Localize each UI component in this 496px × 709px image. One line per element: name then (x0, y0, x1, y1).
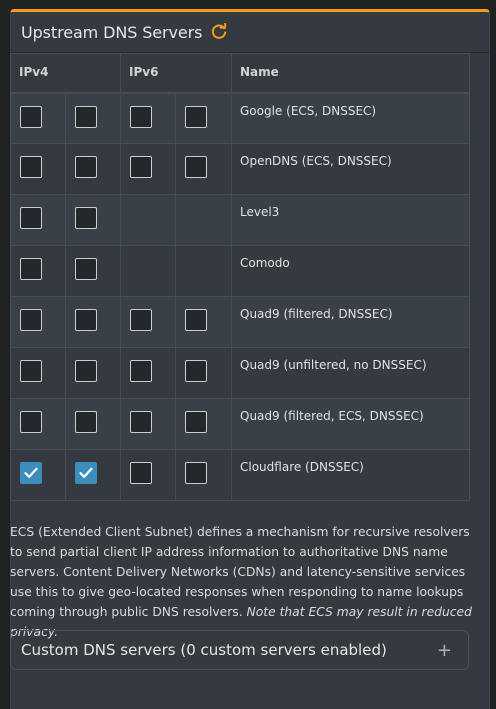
ipv6-checkbox-2[interactable] (185, 411, 207, 433)
table-row: OpenDNS (ECS, DNSSEC) (10, 143, 470, 195)
ipv4-checkbox-1[interactable] (20, 309, 42, 331)
ipv6-cell (175, 398, 232, 450)
server-name: OpenDNS (ECS, DNSSEC) (231, 143, 470, 195)
table-row: Quad9 (filtered, DNSSEC) (10, 296, 470, 348)
ipv4-cell (65, 449, 121, 501)
header-ipv4: IPv4 (10, 53, 121, 94)
ipv6-checkbox-1[interactable] (130, 156, 152, 178)
ipv4-cell (65, 347, 121, 399)
table-row: Cloudflare (DNSSEC) (10, 449, 470, 501)
ipv4-checkbox-1[interactable] (20, 462, 42, 484)
plus-icon[interactable]: + (437, 640, 452, 661)
ipv4-checkbox-1[interactable] (20, 411, 42, 433)
ipv6-checkbox-1[interactable] (130, 360, 152, 382)
ipv6-checkbox-2[interactable] (185, 462, 207, 484)
ipv4-checkbox-2[interactable] (75, 309, 97, 331)
ipv4-cell (10, 143, 66, 195)
header-ipv6: IPv6 (120, 53, 232, 94)
ecs-description: ECS (Extended Client Subnet) defines a m… (10, 522, 472, 642)
ipv6-cell (120, 449, 176, 501)
panel-header: Upstream DNS Servers (11, 12, 489, 53)
table-row: Comodo (10, 245, 470, 297)
ipv6-checkbox-1[interactable] (130, 105, 152, 128)
table-row: Google (ECS, DNSSEC) (10, 92, 470, 144)
ipv6-cell (120, 194, 176, 246)
ipv4-cell (65, 296, 121, 348)
ipv4-checkbox-2[interactable] (75, 207, 97, 229)
ipv6-checkbox-1[interactable] (130, 411, 152, 433)
ipv4-checkbox-1[interactable] (20, 258, 42, 280)
ipv6-cell (120, 398, 176, 450)
server-name: Level3 (231, 194, 470, 246)
ipv6-cell (120, 347, 176, 399)
server-name: Quad9 (filtered, DNSSEC) (231, 296, 470, 348)
ipv4-checkbox-1[interactable] (20, 207, 42, 229)
server-name: Quad9 (unfiltered, no DNSSEC) (231, 347, 470, 399)
ipv6-cell (175, 194, 232, 246)
custom-dns-servers-toggle[interactable]: Custom DNS servers (0 custom servers ena… (10, 630, 469, 670)
ipv6-cell (175, 92, 232, 144)
panel-title: Upstream DNS Servers (21, 22, 203, 42)
table-row: Level3 (10, 194, 470, 246)
ipv6-checkbox-2[interactable] (185, 105, 207, 128)
ipv4-cell (65, 398, 121, 450)
server-name: Quad9 (filtered, ECS, DNSSEC) (231, 398, 470, 450)
table-row: Quad9 (unfiltered, no DNSSEC) (10, 347, 470, 399)
ipv4-cell (65, 92, 121, 144)
ipv6-cell (120, 92, 176, 144)
ipv4-checkbox-2[interactable] (75, 156, 97, 178)
ipv4-checkbox-1[interactable] (20, 105, 42, 128)
ipv4-checkbox-2[interactable] (75, 411, 97, 433)
ipv4-cell (65, 194, 121, 246)
ipv6-cell (175, 143, 232, 195)
custom-dns-label: Custom DNS servers (0 custom servers ena… (21, 641, 387, 659)
ipv6-checkbox-1[interactable] (130, 462, 152, 484)
ipv6-checkbox-1[interactable] (130, 309, 152, 331)
ipv4-cell (65, 245, 121, 297)
header-name: Name (231, 53, 470, 94)
ipv4-checkbox-2[interactable] (75, 258, 97, 280)
ipv4-cell (10, 194, 66, 246)
ipv4-checkbox-2[interactable] (75, 462, 97, 484)
ipv4-cell (10, 347, 66, 399)
ipv4-checkbox-2[interactable] (75, 360, 97, 382)
ipv6-checkbox-2[interactable] (185, 309, 207, 331)
ipv4-cell (65, 143, 121, 195)
ipv4-checkbox-2[interactable] (75, 105, 97, 128)
ipv6-cell (175, 449, 232, 501)
server-name: Google (ECS, DNSSEC) (231, 92, 470, 144)
ipv6-cell (120, 296, 176, 348)
server-name: Cloudflare (DNSSEC) (231, 449, 470, 501)
ipv4-cell (10, 449, 66, 501)
table-row: Quad9 (filtered, ECS, DNSSEC) (10, 398, 470, 450)
ipv4-cell (10, 398, 66, 450)
ipv6-cell (175, 296, 232, 348)
ipv4-cell (10, 296, 66, 348)
ipv6-cell (175, 245, 232, 297)
ipv6-checkbox-2[interactable] (185, 360, 207, 382)
ipv4-checkbox-1[interactable] (20, 360, 42, 382)
refresh-icon[interactable] (210, 23, 228, 41)
server-name: Comodo (231, 245, 470, 297)
ipv4-cell (10, 92, 66, 144)
ipv6-checkbox-2[interactable] (185, 156, 207, 178)
ipv6-cell (120, 143, 176, 195)
dns-servers-table: IPv4 IPv6 Name Google (ECS, DNSSEC) OpenD… (10, 53, 470, 501)
ipv4-cell (10, 245, 66, 297)
ipv6-cell (175, 347, 232, 399)
ipv4-checkbox-1[interactable] (20, 156, 42, 178)
ipv6-cell (120, 245, 176, 297)
